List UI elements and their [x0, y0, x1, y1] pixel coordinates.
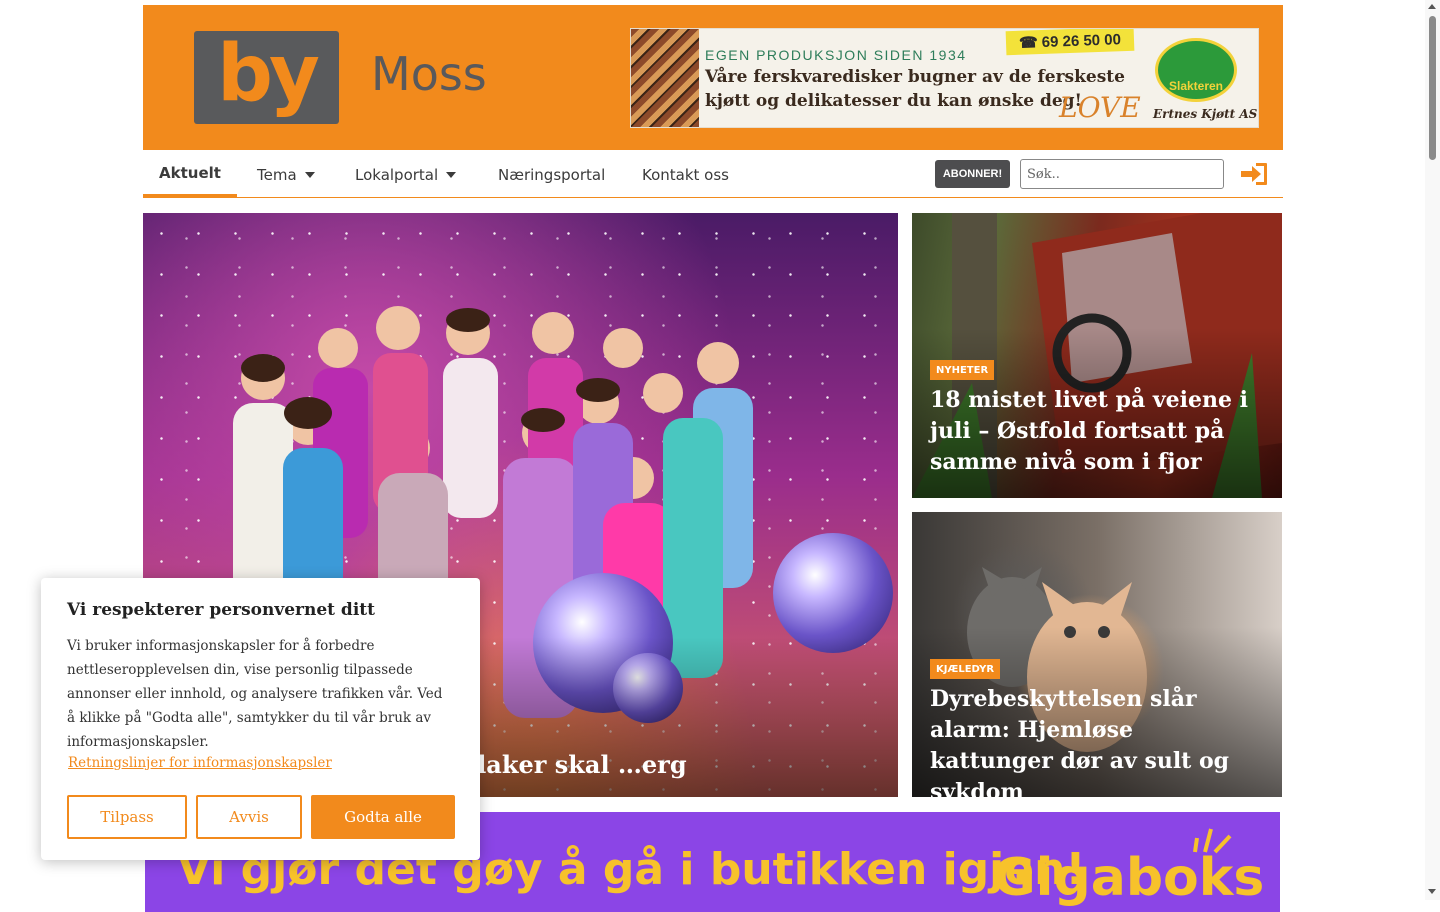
chevron-down-icon — [304, 171, 315, 178]
nav-label: Aktuelt — [159, 164, 221, 182]
accept-all-button[interactable]: Godta alle — [311, 795, 455, 839]
ad-company-name: Ertnes Kjøtt AS — [1153, 107, 1258, 121]
nav-item-naeringsportal[interactable]: Næringsportal — [498, 152, 605, 197]
nav-item-kontakt[interactable]: Kontakt oss — [642, 152, 729, 197]
ad-text-line-1: Våre ferskvaredisker bugner av de ferske… — [705, 67, 1125, 87]
subscribe-button[interactable]: ABONNER! — [935, 160, 1010, 188]
category-badge[interactable]: NYHETER — [930, 360, 995, 380]
ad-phone: ☎ 69 26 50 00 — [1005, 29, 1135, 56]
cookie-title: Vi respekterer personvernet ditt — [67, 600, 375, 620]
page-scrollbar[interactable] — [1425, 0, 1440, 900]
cookie-buttons: Tilpass Avvis Godta alle — [67, 795, 455, 839]
side-article-title[interactable]: 18 mistet livet på veiene i juli – Østfo… — [930, 385, 1262, 478]
cookie-policy-link[interactable]: Retningslinjer for informasjonskapsler — [68, 755, 332, 771]
nav-label: Kontakt oss — [642, 165, 729, 184]
nav-item-aktuelt[interactable]: Aktuelt — [143, 152, 237, 197]
customize-button[interactable]: Tilpass — [67, 795, 187, 839]
ad-seal-text: Slakteren — [1168, 79, 1224, 93]
sign-in-icon[interactable] — [1239, 161, 1269, 187]
site-header: by Moss EGEN PRODUKSJON SIDEN 1934 Våre … — [143, 5, 1283, 150]
nav-item-lokalportal[interactable]: Lokalportal — [355, 152, 457, 197]
site-logo[interactable]: by — [194, 31, 339, 124]
ad-seal-logo: Slakteren — [1155, 38, 1237, 102]
nav-item-tema[interactable]: Tema — [257, 152, 315, 197]
scroll-down-arrow-icon[interactable] — [1428, 889, 1436, 894]
bottom-ad-brand: Gigaboks — [993, 848, 1265, 908]
category-badge[interactable]: KJÆLEDYR — [930, 659, 1001, 679]
nav-label: Tema — [257, 165, 297, 184]
disco-ball — [773, 533, 893, 653]
logo-text: by — [217, 28, 320, 119]
search-input[interactable] — [1020, 159, 1224, 189]
nav-label: Næringsportal — [498, 165, 606, 184]
nav-label: Lokalportal — [355, 165, 439, 184]
chevron-down-icon — [446, 171, 457, 178]
ad-love-text: LOVE — [1059, 91, 1141, 124]
side-article-card[interactable]: KJÆLEDYR Dyrebeskyttelsen slår alarm: Hj… — [912, 512, 1282, 797]
scroll-up-arrow-icon[interactable] — [1428, 4, 1436, 9]
ad-grill-image — [631, 29, 699, 127]
scrollbar-thumb[interactable] — [1429, 16, 1436, 160]
header-ad-banner[interactable]: EGEN PRODUKSJON SIDEN 1934 Våre ferskvar… — [630, 28, 1259, 128]
ad-text-line-2: kjøtt og delikatesser du kan ønske deg! — [705, 91, 1083, 111]
main-navigation: Aktuelt Tema Lokalportal Næringsportal K… — [143, 152, 1283, 198]
cookie-description: Vi bruker informasjonskapsler for å forb… — [67, 638, 443, 750]
ad-tagline: EGEN PRODUKSJON SIDEN 1934 — [705, 47, 967, 63]
side-article-card[interactable]: NYHETER 18 mistet livet på veiene i juli… — [912, 213, 1282, 498]
cookie-consent-dialog: Vi respekterer personvernet ditt Vi bruk… — [41, 578, 480, 860]
phone-icon: ☎ — [1018, 34, 1039, 52]
side-article-title[interactable]: Dyrebeskyttelsen slår alarm: Hjemløse ka… — [930, 684, 1262, 797]
ad-phone-number: 69 26 50 00 — [1041, 30, 1122, 51]
reject-button[interactable]: Avvis — [196, 795, 302, 839]
city-name: Moss — [371, 47, 487, 101]
